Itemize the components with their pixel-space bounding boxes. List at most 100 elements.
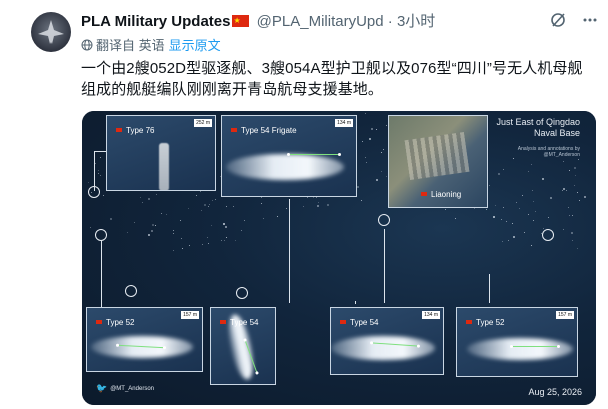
ship-wake bbox=[226, 154, 344, 180]
author-handle[interactable]: @PLA_MilitaryUpd bbox=[257, 13, 384, 30]
wake-speck bbox=[570, 231, 573, 234]
wake-speck bbox=[225, 236, 227, 238]
tweet[interactable]: PLA Military Updates @PLA_MilitaryUpd · … bbox=[0, 0, 608, 409]
ship-marker[interactable] bbox=[542, 229, 554, 241]
panel-label: Type 54 Frigate bbox=[231, 126, 297, 135]
wake-speck bbox=[492, 215, 495, 218]
wake-speck bbox=[109, 217, 112, 220]
panel-label: Type 54 bbox=[340, 318, 378, 327]
avatar[interactable] bbox=[31, 12, 71, 52]
tweet-header: PLA Military Updates @PLA_MilitaryUpd · … bbox=[81, 11, 435, 32]
wake-speck bbox=[565, 189, 567, 191]
image-title: Just East of Qingdao Naval Base bbox=[496, 117, 580, 138]
image-date: Aug 25, 2026 bbox=[528, 387, 582, 397]
wake-speck bbox=[513, 235, 516, 238]
author-name[interactable]: PLA Military Updates bbox=[81, 13, 230, 30]
panel-label: Type 52 bbox=[466, 318, 504, 327]
wake-speck bbox=[214, 198, 216, 200]
connector-line bbox=[101, 241, 102, 309]
wake-speck bbox=[195, 195, 197, 197]
wake-speck bbox=[361, 140, 363, 142]
panel-type-52-left[interactable]: Type 52 157 m bbox=[86, 307, 203, 372]
more-icon[interactable] bbox=[582, 12, 598, 33]
connector-line bbox=[355, 301, 356, 304]
show-original-link[interactable]: 显示原文 bbox=[169, 38, 221, 53]
wake-speck bbox=[576, 247, 578, 249]
wake-speck bbox=[375, 179, 378, 182]
wake-speck bbox=[302, 206, 304, 208]
translation-info: 翻译自 英语 显示原文 bbox=[81, 38, 221, 54]
grok-icon[interactable] bbox=[550, 12, 566, 33]
wake-speck bbox=[223, 239, 225, 241]
wake-speck bbox=[380, 151, 382, 153]
panel-type-54-vertical[interactable]: Type 54 bbox=[210, 307, 276, 385]
wake-speck bbox=[562, 160, 564, 162]
wake-speck bbox=[260, 196, 262, 198]
image-credit: 🐦 @MT_Anderson bbox=[96, 383, 154, 393]
scale-badge: 134 m bbox=[422, 311, 440, 319]
ship-marker[interactable] bbox=[236, 287, 248, 299]
wake-speck bbox=[223, 222, 226, 225]
wake-speck bbox=[444, 208, 446, 210]
wake-speck bbox=[568, 214, 570, 216]
wake-speck bbox=[521, 194, 523, 196]
connector-line bbox=[94, 151, 95, 191]
satellite-image[interactable]: Type 76 252 m Type 54 Frigate 134 m Liao… bbox=[82, 111, 596, 405]
wake-speck bbox=[188, 244, 190, 246]
tweet-text: 一个由2艘052D型驱逐舰、3艘054A型护卫舰以及076型“四川”号无人机母舰… bbox=[81, 60, 583, 98]
wake-speck bbox=[133, 221, 135, 223]
wake-speck bbox=[317, 201, 319, 203]
panel-liaoning[interactable]: Liaoning bbox=[388, 115, 488, 208]
wake-speck bbox=[505, 220, 507, 222]
ship-marker[interactable] bbox=[478, 266, 490, 278]
panel-type-54-frigate[interactable]: Type 54 Frigate 134 m bbox=[221, 115, 357, 197]
jet-emblem-icon bbox=[38, 20, 64, 44]
wake-speck bbox=[240, 229, 242, 231]
ship-wake bbox=[331, 336, 435, 360]
wake-speck bbox=[360, 200, 362, 202]
wake-speck bbox=[382, 149, 384, 151]
china-flag-icon bbox=[232, 11, 250, 31]
panel-type-54-right[interactable]: Type 54 134 m bbox=[330, 307, 444, 375]
scale-badge: 134 m bbox=[335, 119, 353, 127]
wake-speck bbox=[182, 247, 184, 249]
translated-from-label: 翻译自 英语 bbox=[96, 38, 165, 53]
timestamp[interactable]: 3小时 bbox=[397, 13, 435, 30]
measure-line bbox=[287, 153, 341, 156]
panel-type-76[interactable]: Type 76 252 m bbox=[106, 115, 216, 191]
wake-speck bbox=[155, 224, 156, 226]
port-structures bbox=[404, 132, 470, 180]
wake-speck bbox=[368, 137, 371, 140]
connector-line bbox=[289, 199, 290, 303]
connector-line bbox=[384, 229, 385, 303]
ship-image bbox=[159, 143, 169, 190]
ship-marker[interactable] bbox=[95, 229, 107, 241]
scale-badge: 157 m bbox=[556, 311, 574, 319]
globe-icon bbox=[81, 39, 93, 51]
wake-speck bbox=[563, 228, 565, 230]
wake-speck bbox=[150, 230, 153, 233]
ship-marker[interactable] bbox=[378, 214, 390, 226]
ship-marker[interactable] bbox=[88, 186, 100, 198]
wake-speck bbox=[503, 168, 505, 170]
ship-wake bbox=[467, 338, 573, 360]
wake-speck bbox=[173, 232, 175, 234]
ship-marker[interactable] bbox=[125, 285, 137, 297]
wake-speck bbox=[371, 127, 374, 130]
wake-speck bbox=[97, 173, 99, 175]
measure-line bbox=[510, 345, 560, 348]
wake-speck bbox=[548, 216, 550, 218]
wake-speck bbox=[567, 206, 569, 208]
top-actions bbox=[550, 12, 598, 33]
panel-type-52-right[interactable]: Type 52 157 m bbox=[456, 307, 578, 377]
panel-label: Liaoning bbox=[421, 190, 461, 199]
wake-speck bbox=[201, 243, 203, 245]
panel-label: Type 54 bbox=[220, 318, 258, 327]
analysis-credit: Analysis and annotations by @MT_Anderson bbox=[517, 146, 580, 158]
wake-speck bbox=[141, 201, 143, 203]
scale-badge: 157 m bbox=[181, 311, 199, 319]
panel-label: Type 52 bbox=[96, 318, 134, 327]
connector-line bbox=[489, 274, 490, 303]
scale-badge: 252 m bbox=[194, 119, 212, 127]
twitter-bird-icon: 🐦 bbox=[96, 383, 108, 393]
